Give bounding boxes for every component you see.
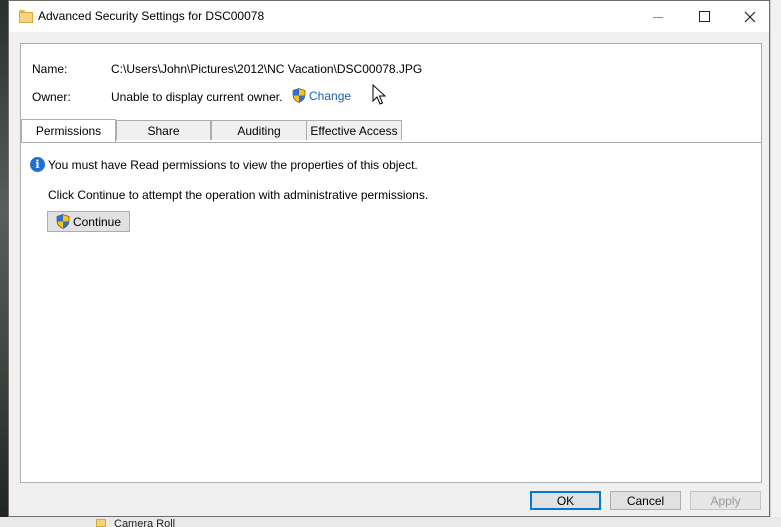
window-title: Advanced Security Settings for DSC00078 <box>38 9 265 23</box>
minimize-icon <box>653 17 663 18</box>
tab-strip: Permissions Share Auditing Effective Acc… <box>21 119 761 143</box>
uac-shield-icon <box>56 214 70 229</box>
close-button[interactable] <box>727 1 773 32</box>
tab-auditing[interactable]: Auditing <box>211 120 307 140</box>
background-window-edge <box>770 0 781 527</box>
settings-panel: Name: C:\Users\John\Pictures\2012\NC Vac… <box>20 43 762 483</box>
name-label: Name: <box>32 62 68 76</box>
info-icon: i <box>30 157 45 172</box>
maximize-icon <box>698 11 710 22</box>
name-value: C:\Users\John\Pictures\2012\NC Vacation\… <box>111 62 423 76</box>
continue-button[interactable]: Continue <box>47 211 130 232</box>
permission-info-message: You must have Read permissions to view t… <box>48 157 418 172</box>
maximize-button[interactable] <box>681 1 727 32</box>
desktop-background <box>0 0 8 527</box>
owner-label: Owner: <box>32 90 71 104</box>
tab-permissions[interactable]: Permissions <box>21 119 116 142</box>
owner-value: Unable to display current owner. <box>111 90 283 104</box>
minimize-button[interactable] <box>635 1 681 32</box>
tab-share[interactable]: Share <box>116 120 211 140</box>
change-owner-link[interactable]: Change <box>292 88 351 103</box>
close-icon <box>744 11 756 22</box>
continue-button-label: Continue <box>72 214 122 229</box>
tab-effective-access[interactable]: Effective Access <box>306 120 402 140</box>
advanced-security-dialog: Advanced Security Settings for DSC00078 … <box>8 0 770 517</box>
title-bar[interactable]: Advanced Security Settings for DSC00078 <box>9 1 769 32</box>
background-folder-label: Camera Roll <box>114 518 176 527</box>
uac-shield-icon <box>292 88 306 103</box>
cancel-button[interactable]: Cancel <box>610 491 681 510</box>
background-folder-icon <box>96 519 106 527</box>
mouse-cursor-icon <box>372 84 386 105</box>
folder-icon <box>19 10 33 23</box>
continue-instruction: Click Continue to attempt the operation … <box>48 188 429 202</box>
change-link-label[interactable]: Change <box>309 89 351 103</box>
permission-info-row: i You must have Read permissions to view… <box>30 157 418 172</box>
ok-button[interactable]: OK <box>530 491 601 510</box>
apply-button[interactable]: Apply <box>690 491 761 510</box>
